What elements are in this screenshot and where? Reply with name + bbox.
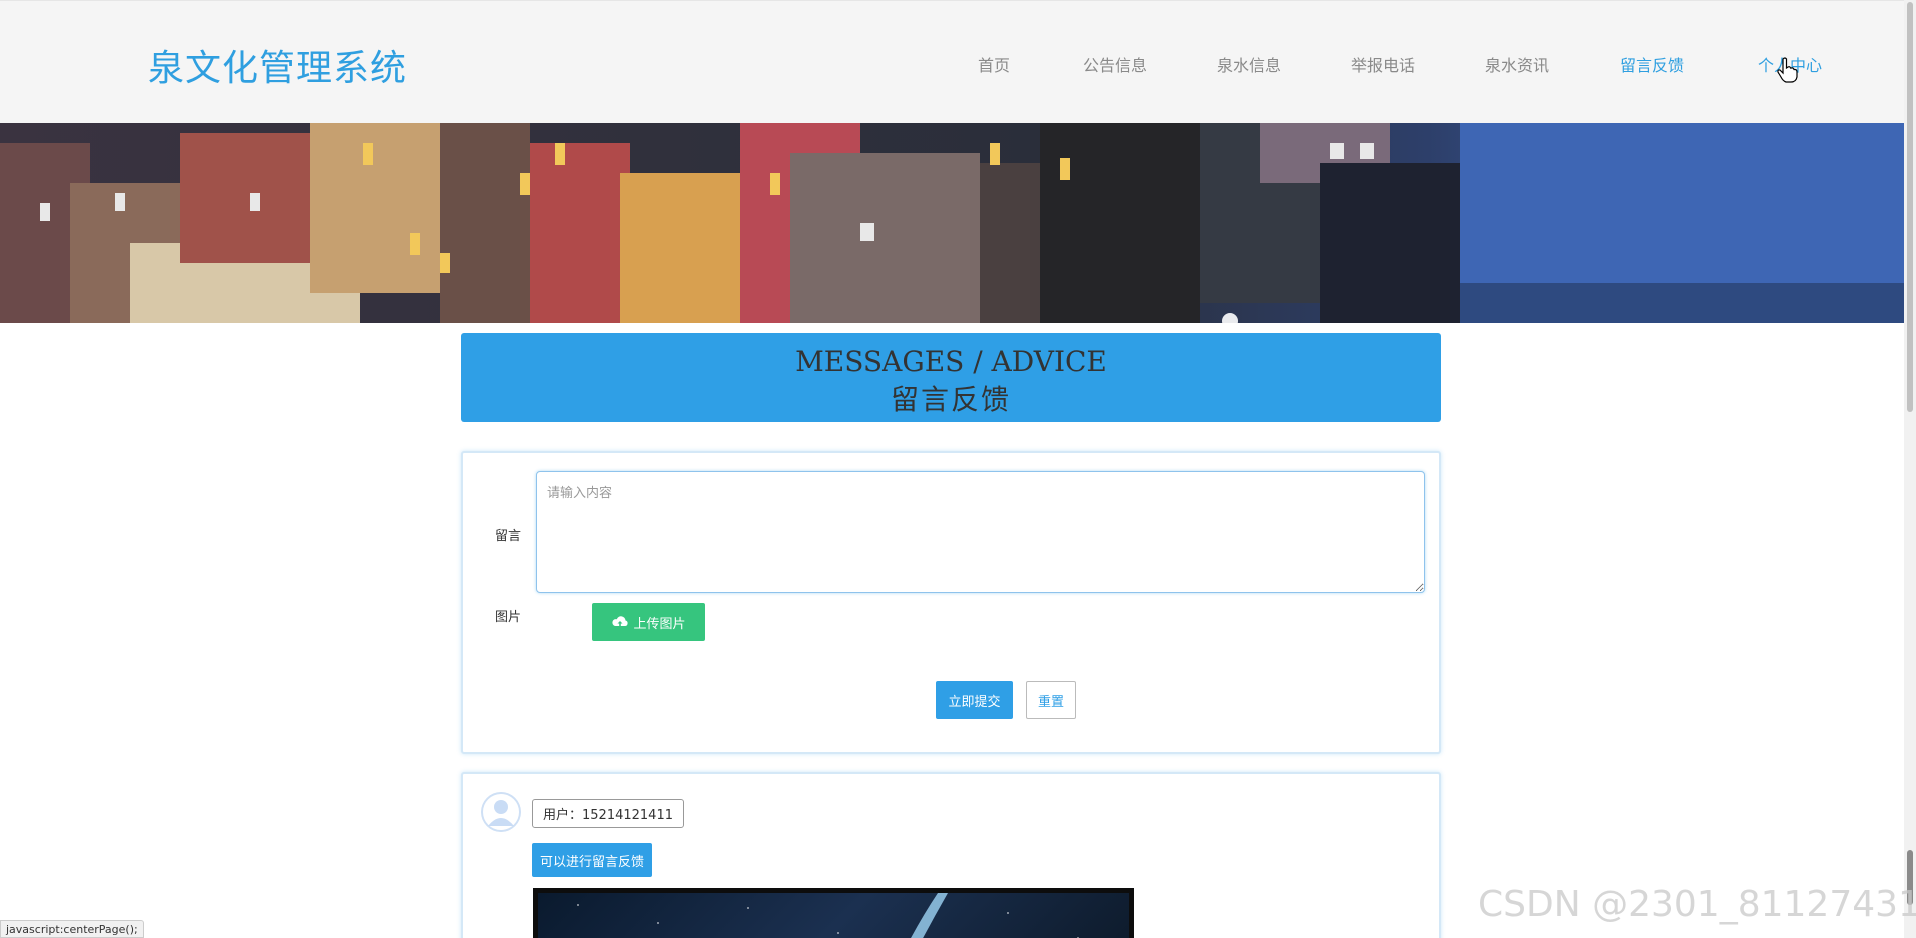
page: 泉文化管理系统 首页 公告信息 泉水信息 举报电话 泉水资讯 留言反馈 个人中心 — [0, 0, 1916, 938]
site-logo[interactable]: 泉文化管理系统 — [148, 39, 407, 91]
feedback-form: 留言 图片 上传图片 立即提交 重置 — [461, 451, 1441, 754]
page-title-bar: MESSAGES / ADVICE 留言反馈 — [461, 333, 1441, 422]
reset-button[interactable]: 重置 — [1026, 681, 1076, 719]
header: 泉文化管理系统 首页 公告信息 泉水信息 举报电话 泉水资讯 留言反馈 个人中心 — [0, 0, 1904, 123]
user-avatar-icon — [481, 792, 521, 832]
message-content: 可以进行留言反馈 — [532, 843, 653, 877]
nav-item-report-phone[interactable]: 举报电话 — [1351, 52, 1415, 76]
scrollbar-thumb[interactable] — [1907, 2, 1913, 412]
page-title-chinese: 留言反馈 — [890, 383, 1011, 416]
nav-item-announcements[interactable]: 公告信息 — [1083, 52, 1147, 76]
page-scrollbar[interactable] — [1904, 0, 1916, 938]
submit-button[interactable]: 立即提交 — [936, 681, 1013, 719]
upload-image-label: 上传图片 — [633, 616, 686, 632]
message-list-item: 用户：15214121411 可以进行留言反馈 — [461, 772, 1441, 938]
message-textarea[interactable] — [536, 471, 1425, 593]
nav-item-spring-info[interactable]: 泉水信息 — [1217, 52, 1281, 76]
message-label: 留言 — [495, 529, 522, 544]
nav-item-spring-news[interactable]: 泉水资讯 — [1485, 52, 1549, 76]
message-user-badge: 用户：15214121411 — [532, 799, 684, 828]
avatar-silhouette — [481, 792, 521, 832]
message-attachment-image[interactable] — [533, 888, 1134, 938]
banner-town-illustration — [0, 123, 1904, 323]
nav-item-home[interactable]: 首页 — [978, 52, 1010, 76]
cloud-upload-icon — [612, 616, 629, 626]
hand-pointer-icon — [1777, 57, 1798, 83]
upload-image-button[interactable]: 上传图片 — [592, 603, 705, 641]
image-label: 图片 — [495, 610, 522, 625]
nav-item-feedback[interactable]: 留言反馈 — [1620, 52, 1684, 76]
browser-status-bar: javascript:centerPage(); — [0, 920, 144, 938]
watermark: CSDN @2301_81127431 — [1478, 884, 1916, 925]
message-attachment-picture — [538, 893, 1129, 938]
page-title-english: MESSAGES / ADVICE — [795, 345, 1107, 378]
banner-image — [0, 123, 1904, 323]
night-sky-illustration — [577, 893, 1079, 938]
